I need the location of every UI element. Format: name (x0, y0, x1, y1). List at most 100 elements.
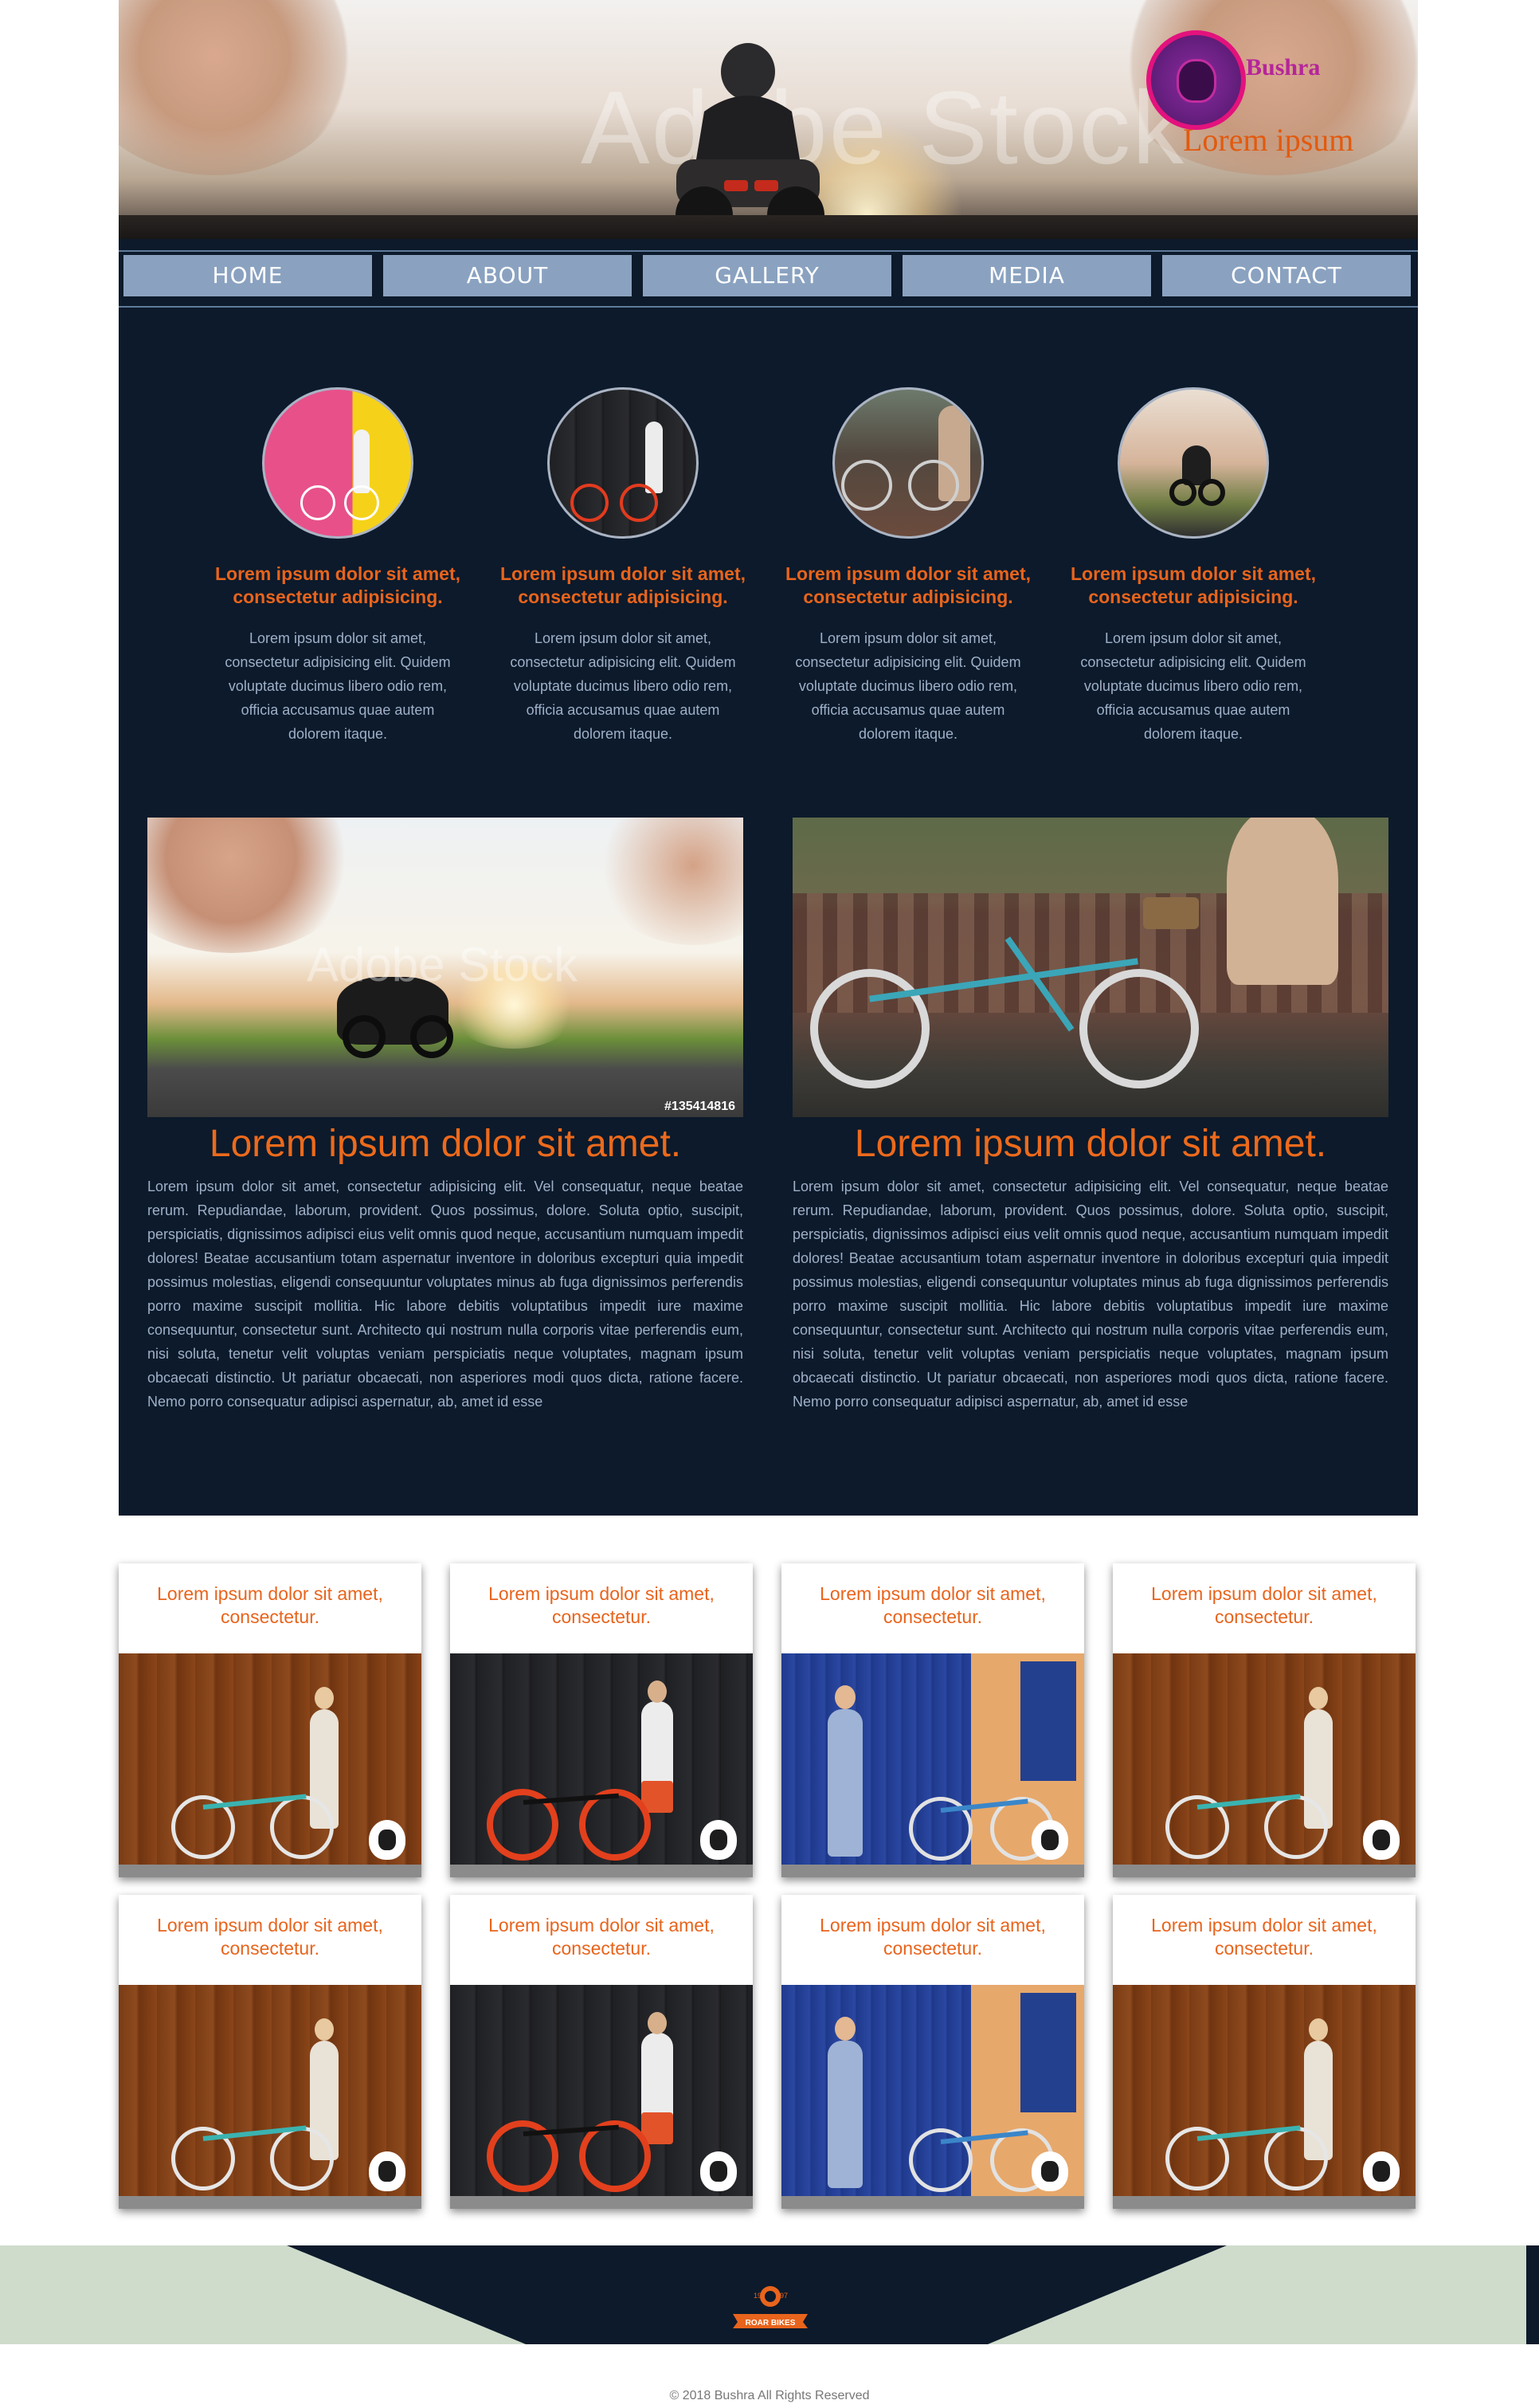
person-figure (828, 1709, 863, 1857)
main-content: Lorem ipsum dolor sit amet, consectetur … (119, 311, 1418, 1516)
lion-logo-icon (369, 2151, 405, 2191)
feature-photo[interactable] (547, 387, 699, 539)
bike-wheel (841, 460, 892, 511)
logo-badge[interactable] (1146, 30, 1246, 130)
product-card-photo[interactable] (781, 1653, 1084, 1877)
roar-bikes-emblem[interactable]: 19 97 ROAR BIKES (726, 2281, 814, 2332)
bike-wheel (1264, 2127, 1328, 2190)
feature-title: Lorem ipsum dolor sit amet, consectetur … (215, 563, 460, 607)
feature-title: Lorem ipsum dolor sit amet, consectetur … (1071, 563, 1316, 607)
nav-item-gallery[interactable]: GALLERY (643, 255, 891, 296)
person-dress (1227, 818, 1338, 985)
feature-photo[interactable] (1118, 387, 1269, 539)
product-card-photo[interactable] (1113, 1653, 1416, 1877)
tree-blossom-left (119, 0, 358, 175)
road (119, 215, 1418, 239)
person-head (1309, 1687, 1328, 1709)
bike-wheel (570, 484, 609, 522)
article-photo[interactable] (793, 818, 1388, 1117)
tree-blossom (147, 818, 362, 953)
tree-blossom (593, 818, 743, 945)
person-head (1309, 2018, 1328, 2041)
product-card-title: Lorem ipsum dolor sit amet, consectetur. (1151, 1583, 1377, 1627)
bike-wheel (1079, 969, 1199, 1088)
bike-wheel (810, 969, 930, 1088)
product-card-photo[interactable] (450, 1653, 753, 1877)
feature-text: Lorem ipsum dolor sit amet, consectetur … (795, 630, 1021, 742)
footer-side-rail (1526, 2245, 1539, 2344)
ground (1113, 1865, 1416, 1877)
lion-logo-icon (1363, 2151, 1400, 2191)
blue-shape (1020, 1993, 1076, 2112)
bike-wheel (300, 485, 335, 520)
product-card-photo[interactable] (119, 1985, 421, 2209)
nav-item-about[interactable]: ABOUT (383, 255, 632, 296)
product-card[interactable]: Lorem ipsum dolor sit amet, consectetur. (781, 1563, 1084, 1877)
product-card-photo[interactable] (781, 1985, 1084, 2209)
photo-id: #135414816 (664, 1100, 735, 1113)
article-title: Lorem ipsum dolor sit amet. (854, 1123, 1327, 1165)
feature-text: Lorem ipsum dolor sit amet, consectetur … (1080, 630, 1306, 742)
feature-title: Lorem ipsum dolor sit amet, consectetur … (785, 563, 1031, 607)
article-photo[interactable]: Adobe Stock #135414816 (147, 818, 743, 1117)
person-figure (354, 429, 370, 493)
main-nav: HOME ABOUT GALLERY MEDIA CONTACT (119, 239, 1418, 311)
person-figure (645, 422, 663, 493)
product-card[interactable]: Lorem ipsum dolor sit amet, consectetur. (1113, 1895, 1416, 2209)
feature-photo[interactable] (262, 387, 413, 539)
article-body: Lorem ipsum dolor sit amet, consectetur … (793, 1179, 1388, 1410)
motorcycle-rider-image (676, 43, 824, 239)
article-card: Lorem ipsum dolor sit amet. Lorem ipsum … (793, 818, 1388, 1414)
logo-tagline: Lorem ipsum (1183, 122, 1354, 158)
hero-banner: Adobe Stock Bushra Lorem ipsum (119, 0, 1418, 239)
lion-logo-icon (700, 1820, 737, 1860)
ground (1113, 2196, 1416, 2209)
person-figure (828, 2041, 863, 2188)
nav-item-contact[interactable]: CONTACT (1162, 255, 1411, 296)
moto-wheel (410, 1015, 453, 1058)
lion-logo-icon (1363, 1820, 1400, 1860)
feature-photo[interactable] (832, 387, 984, 539)
ground (450, 1865, 753, 1877)
feature-text: Lorem ipsum dolor sit amet, consectetur … (510, 630, 736, 742)
nav-bottom-rule (119, 306, 1418, 308)
product-card[interactable]: Lorem ipsum dolor sit amet, consectetur. (450, 1563, 753, 1877)
product-card[interactable]: Lorem ipsum dolor sit amet, consectetur. (1113, 1563, 1416, 1877)
bike-wheel (270, 2127, 334, 2190)
product-card[interactable]: Lorem ipsum dolor sit amet, consectetur. (119, 1895, 421, 2209)
person-head (315, 1687, 334, 1709)
copyright-text: © 2018 Bushra All Rights Reserved (669, 2389, 870, 2402)
bike-wheel (270, 1795, 334, 1859)
ground (119, 1865, 421, 1877)
svg-text:97: 97 (780, 2292, 788, 2300)
person-head (835, 1685, 856, 1709)
bike-wheel (620, 484, 658, 522)
nav-top-rule (119, 250, 1418, 252)
ground (450, 2196, 753, 2209)
person-head (315, 2018, 334, 2041)
lion-logo-icon (369, 1820, 405, 1860)
person-head (835, 2017, 856, 2041)
feature-card: Lorem ipsum dolor sit amet, consectetur … (781, 387, 1036, 746)
product-card-photo[interactable] (1113, 1985, 1416, 2209)
article-body: Lorem ipsum dolor sit amet, consectetur … (147, 1179, 743, 1410)
product-card[interactable]: Lorem ipsum dolor sit amet, consectetur. (119, 1563, 421, 1877)
product-card-title: Lorem ipsum dolor sit amet, consectetur. (488, 1583, 715, 1627)
product-card-photo[interactable] (450, 1985, 753, 2209)
person-head (648, 1681, 667, 1703)
nav-item-home[interactable]: HOME (123, 255, 372, 296)
lion-logo-icon (1032, 2151, 1068, 2191)
nav-item-media[interactable]: MEDIA (903, 255, 1151, 296)
skull-icon (1177, 59, 1216, 103)
product-card-title: Lorem ipsum dolor sit amet, consectetur. (157, 1915, 383, 1959)
article-title: Lorem ipsum dolor sit amet. (209, 1123, 682, 1165)
product-card[interactable]: Lorem ipsum dolor sit amet, consectetur. (450, 1895, 753, 2209)
logo-name[interactable]: Bushra (1246, 54, 1320, 81)
product-card-photo[interactable] (119, 1653, 421, 1877)
photo-watermark: Adobe Stock (307, 938, 578, 991)
moto-wheel (1169, 479, 1196, 506)
bike-wheel (908, 460, 959, 511)
product-card-title: Lorem ipsum dolor sit amet, consectetur. (820, 1915, 1046, 1959)
person-head (648, 2012, 667, 2034)
product-card[interactable]: Lorem ipsum dolor sit amet, consectetur. (781, 1895, 1084, 2209)
